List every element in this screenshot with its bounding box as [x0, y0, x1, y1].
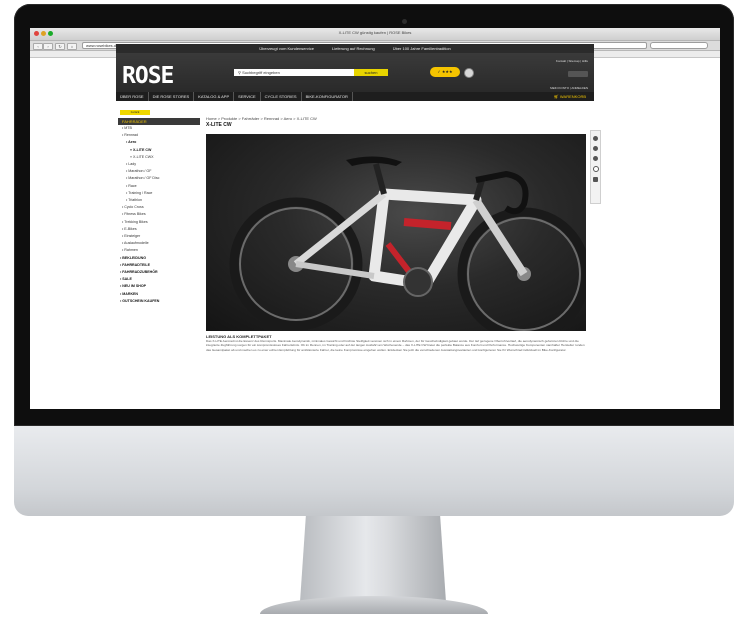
sidebar-item-marken[interactable]: • MARKEN: [120, 291, 200, 298]
trust-seal-icon[interactable]: [464, 68, 474, 78]
nav-item-about[interactable]: ÜBER ROSE: [116, 92, 149, 101]
sidebar-item-race[interactable]: • Race: [122, 183, 200, 190]
nav-item-stores[interactable]: DIE ROSE STORES: [149, 92, 195, 101]
header-service-links[interactable]: Kontakt | Sitemap | Hilfe: [556, 59, 588, 63]
sidebar-item-teile[interactable]: • FAHRRADTEILE: [120, 262, 200, 269]
reload-icon[interactable]: ↻: [55, 43, 65, 50]
sidebar-item-rennrad[interactable]: • Rennrad: [122, 132, 200, 139]
user-icon[interactable]: [593, 146, 598, 151]
road-bike-illustration: [229, 156, 586, 331]
sidebar-item-lady[interactable]: • Lady: [122, 161, 200, 168]
sidebar-item-einsteiger[interactable]: • Einsteiger: [122, 233, 200, 240]
help-icon[interactable]: [592, 166, 599, 172]
site-header: ROSE ⚲ Suchbegriff eingeben suchen ✓ ★★★…: [116, 53, 594, 101]
cart-icon: 🛒︎: [553, 94, 559, 99]
sidebar-item-xlite-cw[interactable]: » X-LITE CW: [122, 147, 200, 154]
sidebar-item-gutschein[interactable]: • GUTSCHEIN KAUFEN: [120, 298, 200, 305]
nav-item-configurator[interactable]: BIKE-KONFIGURATOR: [302, 92, 353, 101]
sidebar-item-bekleidung[interactable]: • BEKLEIDUNG: [120, 255, 200, 262]
monitor-stand: [300, 516, 446, 602]
back-button[interactable]: zurück: [120, 110, 150, 115]
sidebar-item-marathon-disc[interactable]: • Marathon / GF Disc: [122, 175, 200, 182]
cart-label: WARENKORB: [559, 94, 586, 99]
breadcrumb[interactable]: Home > Produkte > Fahrräder > Rennrad > …: [206, 116, 317, 121]
sidebar-item-zubehoer[interactable]: • FAHRRADZUBEHÖR: [120, 269, 200, 276]
category-header[interactable]: FAHRRÄDER: [118, 118, 200, 125]
promo-item: Überzeugt vom Kundenservice: [259, 46, 314, 51]
sidebar-item-fitness[interactable]: • Fitness Bikes: [122, 211, 200, 218]
trusted-shops-badge[interactable]: ✓ ★★★: [430, 67, 460, 77]
floating-tools: [590, 130, 601, 204]
sidebar-item-auslauf[interactable]: • Auslaufmodelle: [122, 240, 200, 247]
monitor-chin: [14, 426, 734, 516]
country-selector[interactable]: [568, 71, 588, 77]
sidebar-item-cyclo-cross[interactable]: • Cyclo Cross: [122, 204, 200, 211]
site-search-input[interactable]: ⚲ Suchbegriff eingeben: [234, 69, 356, 76]
home-icon[interactable]: ⌂: [67, 43, 77, 50]
cart-link[interactable]: 🛒︎ WARENKORB: [554, 94, 594, 99]
browser-search-field[interactable]: [650, 42, 708, 49]
promo-item: Lieferung auf Rechnung: [331, 46, 375, 51]
product-description: Das X-LITE Aerorad ist die Essenz des Re…: [206, 339, 585, 352]
promo-bar: Überzeugt vom Kundenservice Lieferung au…: [116, 44, 594, 53]
sidebar-item-xlite-cwx[interactable]: » X-LITE CWX: [122, 154, 200, 161]
sidebar-item-mtb[interactable]: • MTB: [122, 125, 200, 132]
window-title: X-LITE CW günstig kaufen | ROSE Bikes: [338, 30, 412, 35]
sidebar-item-sale[interactable]: • SALE: [120, 276, 200, 283]
gear-icon[interactable]: [593, 136, 598, 141]
sidebar-item-trekking[interactable]: • Trekking Bikes: [122, 219, 200, 226]
rose-logo[interactable]: ROSE: [122, 64, 174, 88]
category-sidebar: zurück FAHRRÄDER • MTB • Rennrad • Aero …: [116, 110, 200, 305]
monitor-foot: [260, 596, 488, 614]
nav-item-catalog[interactable]: KATALOG & APP: [194, 92, 235, 101]
window-titlebar: X-LITE CW günstig kaufen | ROSE Bikes: [30, 28, 720, 41]
sidebar-item-triathlon[interactable]: • Triathlon: [122, 197, 200, 204]
search-placeholder: Suchbegriff eingeben: [242, 70, 280, 75]
webcam-icon: [402, 19, 407, 24]
globe-icon[interactable]: [593, 156, 598, 161]
main-navigation: ÜBER ROSE DIE ROSE STORES KATALOG & APP …: [116, 92, 594, 101]
promo-item: Über 100 Jahre Familientradition: [392, 46, 451, 51]
product-hero-image[interactable]: [206, 134, 586, 331]
sidebar-item-training-race[interactable]: • Training / Race: [122, 190, 200, 197]
search-icon: ⚲: [238, 70, 241, 75]
chat-icon[interactable]: [593, 177, 598, 182]
sidebar-item-rahmen[interactable]: • Rahmen: [122, 247, 200, 254]
sidebar-item-ebikes[interactable]: • E-Bikes: [122, 226, 200, 233]
sidebar-item-neu[interactable]: • NEU IM SHOP: [120, 283, 200, 290]
nav-item-stories[interactable]: CYCLE STORIES: [261, 92, 302, 101]
sidebar-item-aero[interactable]: • Aero: [122, 139, 200, 146]
forward-arrow-icon[interactable]: ›: [43, 43, 53, 50]
search-button[interactable]: suchen: [354, 69, 388, 76]
page-title: X-LITE CW: [206, 122, 232, 128]
login-link[interactable]: MEIN KONTO | ANMELDEN: [550, 86, 588, 90]
back-arrow-icon[interactable]: ‹: [33, 43, 43, 50]
nav-item-service[interactable]: SERVICE: [234, 92, 261, 101]
sidebar-item-marathon[interactable]: • Marathon / GF: [122, 168, 200, 175]
